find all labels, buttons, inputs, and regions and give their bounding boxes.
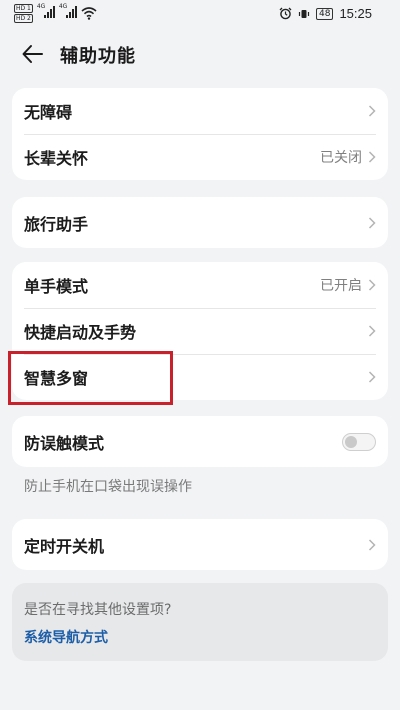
row-label: 防误触模式 [24, 433, 105, 453]
settings-group-3: 单手模式 已开启 快捷启动及手势 智慧多窗 [12, 262, 388, 400]
row-value: 已开启 [320, 278, 362, 294]
row-label: 无障碍 [24, 103, 73, 122]
signal-1-icon: 4G [37, 4, 55, 18]
suggestion-card: 是否在寻找其他设置项? 系统导航方式 [12, 583, 388, 661]
row-label: 智慧多窗 [24, 369, 89, 388]
clock: 15:25 [339, 6, 372, 21]
signal-2-icon: 4G [59, 4, 77, 18]
suggestion-question: 是否在寻找其他设置项? [24, 602, 172, 618]
status-bar-left: HD 1 HD 2 4G 4G [14, 4, 97, 23]
row-elderly-care[interactable]: 长辈关怀 已关闭 [12, 134, 388, 180]
chevron-right-icon [368, 216, 376, 229]
settings-group-2: 旅行助手 [12, 197, 388, 248]
row-label: 单手模式 [24, 277, 89, 296]
chevron-right-icon [368, 279, 376, 291]
row-label: 长辈关怀 [24, 149, 89, 168]
row-label: 定时开关机 [24, 536, 105, 556]
row-one-hand-mode[interactable]: 单手模式 已开启 [12, 262, 388, 308]
wifi-icon [81, 7, 97, 20]
sim2-badge: HD 2 [14, 14, 33, 23]
sim-indicators: HD 1 HD 2 [14, 4, 33, 23]
page-header: 辅助功能 [0, 32, 400, 76]
chevron-right-icon [368, 371, 376, 383]
row-shortcuts-gestures[interactable]: 快捷启动及手势 [12, 308, 388, 354]
row-label: 快捷启动及手势 [24, 323, 137, 342]
sim1-badge: HD 1 [14, 4, 33, 13]
row-accessibility[interactable]: 无障碍 [12, 88, 388, 134]
chevron-right-icon [368, 105, 376, 117]
accidental-touch-toggle[interactable] [342, 432, 376, 451]
status-bar: HD 1 HD 2 4G 4G 48 15:25 [0, 0, 400, 30]
battery-indicator: 48 [316, 7, 334, 20]
row-label: 旅行助手 [24, 214, 89, 234]
row-value: 已关闭 [320, 150, 362, 166]
chevron-right-icon [368, 538, 376, 551]
status-bar-right: 48 15:25 [279, 6, 372, 21]
network-type-1: 4G [36, 3, 46, 10]
alarm-icon [279, 7, 292, 20]
accidental-touch-caption: 防止手机在口袋出现误操作 [24, 479, 192, 495]
suggestion-link[interactable]: 系统导航方式 [24, 627, 108, 647]
settings-group-1: 无障碍 长辈关怀 已关闭 [12, 88, 388, 180]
row-travel-assistant[interactable]: 旅行助手 [12, 197, 388, 248]
row-accidental-touch: 防误触模式 [12, 416, 388, 467]
settings-group-5: 定时开关机 [12, 519, 388, 570]
vibrate-icon [298, 9, 310, 18]
settings-group-4: 防误触模式 [12, 416, 388, 467]
row-scheduled-power[interactable]: 定时开关机 [12, 519, 388, 570]
network-type-2: 4G [58, 3, 68, 10]
arrow-left-icon[interactable] [20, 42, 46, 66]
row-smart-multiwindow[interactable]: 智慧多窗 [12, 354, 388, 400]
chevron-right-icon [368, 151, 376, 163]
page-title: 辅助功能 [60, 46, 136, 67]
chevron-right-icon [368, 325, 376, 337]
